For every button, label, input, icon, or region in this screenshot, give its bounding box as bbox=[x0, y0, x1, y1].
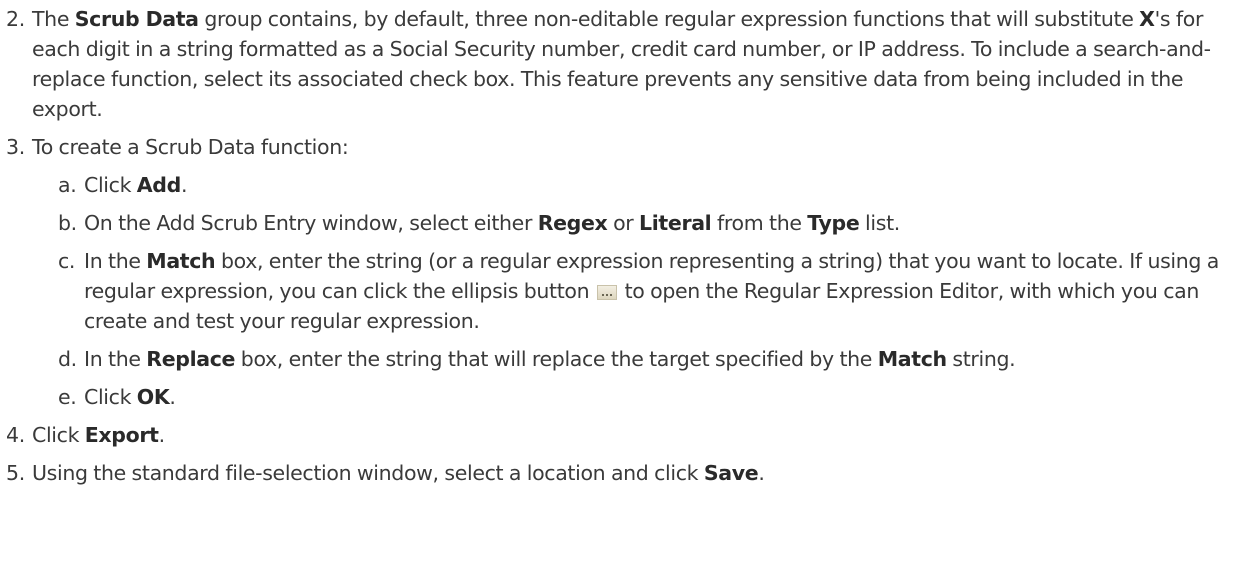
substep-letter: d. bbox=[58, 347, 77, 371]
bold-term: Save bbox=[703, 461, 759, 485]
step-text: To create a Scrub Data function: bbox=[32, 135, 349, 159]
step-text: group contains, by default, three non-ed… bbox=[198, 7, 1140, 31]
step-text: The bbox=[32, 7, 75, 31]
bold-term: Add bbox=[136, 173, 182, 197]
bold-term: Regex bbox=[537, 211, 608, 235]
step-text: Click bbox=[32, 423, 85, 447]
step-number: 3. bbox=[6, 135, 25, 159]
step-2: 2. The Scrub Data group contains, by def… bbox=[0, 4, 1242, 124]
step-text: . bbox=[158, 423, 166, 447]
substep-b: b. On the Add Scrub Entry window, select… bbox=[0, 208, 1242, 238]
substep-text: list. bbox=[859, 211, 900, 235]
bold-term: Scrub Data bbox=[74, 7, 199, 31]
substep-a: a. Click Add. bbox=[0, 170, 1242, 200]
substep-letter: b. bbox=[58, 211, 77, 235]
step-3: 3. To create a Scrub Data function: bbox=[0, 132, 1242, 162]
step-text: Using the standard file-selection window… bbox=[32, 461, 704, 485]
substep-text: . bbox=[169, 385, 176, 409]
bold-term: Match bbox=[146, 249, 216, 273]
document-body: 2. The Scrub Data group contains, by def… bbox=[0, 0, 1242, 488]
bold-term: X bbox=[1139, 7, 1155, 31]
substep-text: On the Add Scrub Entry window, select ei… bbox=[84, 211, 538, 235]
step-5: 5. Using the standard file-selection win… bbox=[0, 458, 1242, 488]
substep-letter: c. bbox=[58, 249, 76, 273]
substep-c: c. In the Match box, enter the string (o… bbox=[0, 246, 1242, 336]
substep-text: In the bbox=[84, 249, 147, 273]
substep-letter: e. bbox=[58, 385, 77, 409]
substep-text: In the bbox=[84, 347, 147, 371]
substep-text: box, enter the string that will replace … bbox=[235, 347, 878, 371]
substep-e: e. Click OK. bbox=[0, 382, 1242, 412]
substep-text: string. bbox=[946, 347, 1016, 371]
bold-term: Export bbox=[84, 423, 159, 447]
substep-d: d. In the Replace box, enter the string … bbox=[0, 344, 1242, 374]
bold-term: OK bbox=[136, 385, 170, 409]
substep-text: Click bbox=[84, 385, 137, 409]
substep-text: or bbox=[607, 211, 640, 235]
step-number: 2. bbox=[6, 7, 25, 31]
substep-text: from the bbox=[711, 211, 808, 235]
substep-letter: a. bbox=[58, 173, 77, 197]
step-text: . bbox=[758, 461, 765, 485]
bold-term: Literal bbox=[639, 211, 712, 235]
step-number: 5. bbox=[6, 461, 25, 485]
bold-term: Replace bbox=[146, 347, 236, 371]
substep-text: . bbox=[180, 173, 188, 197]
ellipsis-button-icon bbox=[596, 285, 617, 300]
bold-term: Match bbox=[877, 347, 947, 371]
bold-term: Type bbox=[807, 211, 860, 235]
step-number: 4. bbox=[6, 423, 25, 447]
substep-text: Click bbox=[84, 173, 137, 197]
step-4: 4. Click Export. bbox=[0, 420, 1242, 450]
